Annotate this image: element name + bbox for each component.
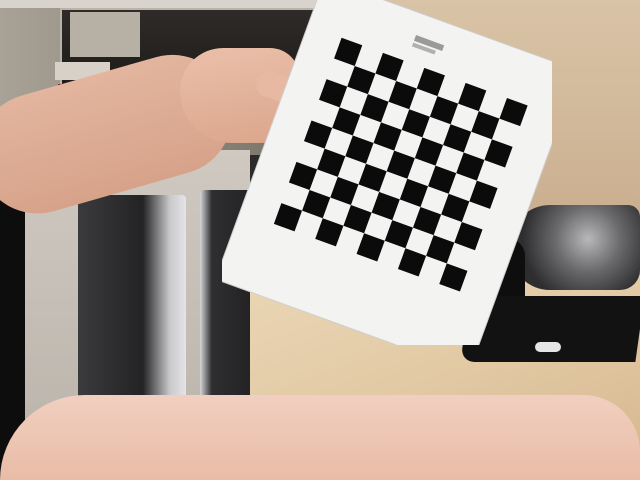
shelf-box bbox=[70, 12, 140, 57]
checkerboard-sheet bbox=[215, 0, 579, 372]
paper-sheet bbox=[215, 0, 579, 372]
checkerboard-svg bbox=[215, 0, 579, 372]
photo-scene bbox=[0, 0, 640, 480]
resting-hand bbox=[0, 395, 640, 480]
